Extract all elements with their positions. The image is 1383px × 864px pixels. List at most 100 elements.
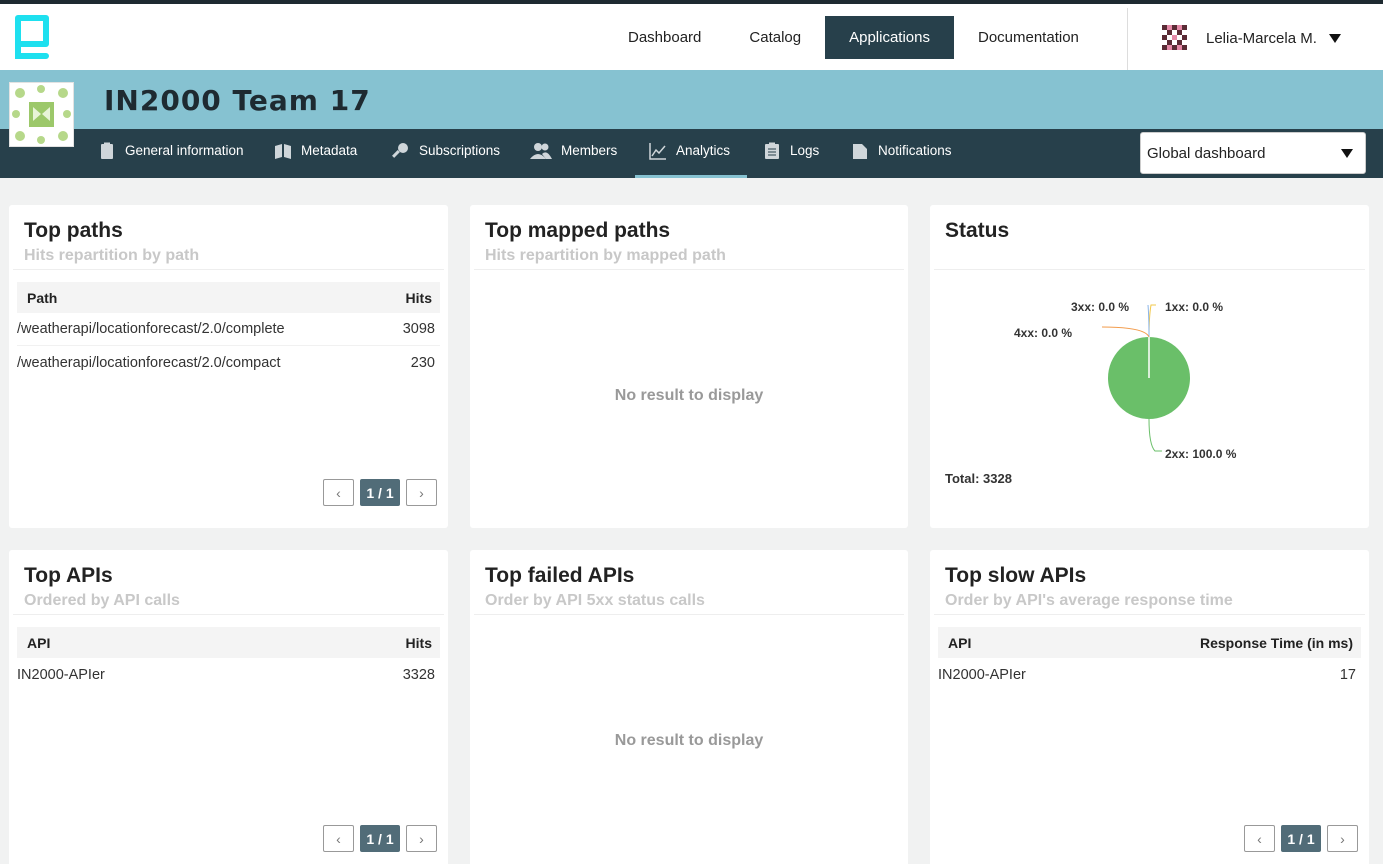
nav-catalog[interactable]: Catalog (725, 16, 825, 59)
table-header: Path Hits (17, 282, 440, 313)
card-title: Top APIs (24, 564, 113, 587)
card-subtitle: Order by API's average response time (945, 592, 1233, 609)
hits-cell: 230 (410, 354, 435, 371)
current-page: 1 / 1 (1281, 825, 1321, 852)
card-subtitle: Hits repartition by mapped path (485, 247, 726, 264)
top-failed-apis-card: Top failed APIs Order by API 5xx status … (470, 550, 908, 864)
path-cell: /weatherapi/locationforecast/2.0/complet… (17, 321, 285, 337)
column-header-response-time: Response Time (in ms) (1199, 634, 1353, 651)
leader-line-1xx (1148, 304, 1156, 338)
top-slow-apis-card: Top slow APIs Order by API's average res… (930, 550, 1369, 864)
card-title: Top slow APIs (945, 564, 1087, 587)
tab-label: Logs (790, 143, 820, 158)
response-time-cell: 17 (1339, 666, 1356, 683)
top-paths-card: Top paths Hits repartition by path Path … (9, 205, 448, 528)
label-2xx: 2xx: 100.0 % (1165, 447, 1237, 461)
tab-label: Notifications (878, 143, 952, 158)
divider (13, 269, 444, 270)
tab-analytics[interactable]: Analytics (635, 129, 747, 178)
prev-page-button[interactable]: ‹ (323, 825, 354, 852)
table-row[interactable]: IN2000-APIer 17 (938, 658, 1361, 691)
table-row[interactable]: IN2000-APIer 3328 (17, 658, 440, 691)
pagination: ‹ 1 / 1 › (1244, 825, 1358, 852)
tab-subscriptions[interactable]: Subscriptions (392, 129, 500, 178)
pagination: ‹ 1 / 1 › (323, 825, 437, 852)
api-cell: IN2000-APIer (938, 666, 1026, 683)
tab-general-information[interactable]: General information (98, 129, 244, 178)
clipboard-icon (101, 142, 113, 159)
nav-dashboard[interactable]: Dashboard (604, 16, 725, 59)
document-icon (853, 144, 867, 159)
next-page-button[interactable]: › (406, 479, 437, 506)
key-icon (392, 143, 408, 158)
divider (13, 614, 444, 615)
nav-applications[interactable]: Applications (825, 16, 954, 59)
list-icon (765, 142, 779, 159)
leader-line-2xx (1148, 418, 1162, 452)
application-avatar-icon (10, 83, 73, 146)
prev-page-button[interactable]: ‹ (323, 479, 354, 506)
main-nav: Dashboard Catalog Applications Documenta… (604, 16, 1103, 59)
top-navbar: Dashboard Catalog Applications Documenta… (0, 0, 1383, 70)
caret-down-icon (1328, 33, 1341, 43)
caret-down-icon (1341, 149, 1353, 158)
application-avatar (9, 82, 74, 147)
card-title: Top mapped paths (485, 219, 671, 242)
divider (934, 614, 1365, 615)
current-page: 1 / 1 (360, 825, 400, 852)
user-avatar-icon (1162, 25, 1187, 50)
tab-label: Analytics (676, 143, 731, 158)
leader-line-3xx (1147, 304, 1150, 338)
label-4xx: 4xx: 0.0 % (1014, 326, 1073, 340)
user-name: Lelia-Marcela M. (1206, 29, 1317, 47)
label-1xx: 1xx: 0.0 % (1165, 300, 1224, 314)
card-subtitle: Hits repartition by path (24, 247, 200, 264)
top-apis-card: Top APIs Ordered by API calls API Hits I… (9, 550, 448, 864)
column-header-api: API (27, 634, 51, 651)
label-3xx: 3xx: 0.0 % (1071, 300, 1130, 314)
tab-logs[interactable]: Logs (763, 129, 819, 178)
top-apis-table: API Hits IN2000-APIer 3328 (17, 627, 440, 691)
application-header: IN2000 Team 17 (0, 70, 1383, 129)
chart-line-icon (649, 143, 666, 160)
table-row[interactable]: /weatherapi/locationforecast/2.0/complet… (17, 313, 440, 346)
tab-members[interactable]: Members (530, 129, 617, 178)
card-title: Top paths (24, 219, 123, 242)
gravitee-logo-icon[interactable] (14, 14, 50, 62)
next-page-button[interactable]: › (406, 825, 437, 852)
tab-label: Metadata (301, 143, 358, 158)
tab-metadata[interactable]: Metadata (274, 129, 357, 178)
hits-cell: 3098 (402, 321, 435, 337)
prev-page-button[interactable]: ‹ (1244, 825, 1275, 852)
nav-divider (1127, 8, 1128, 70)
book-icon (275, 144, 291, 159)
top-paths-table: Path Hits /weatherapi/locationforecast/2… (17, 282, 440, 379)
tab-label: Members (561, 143, 618, 158)
tab-label: General information (125, 143, 244, 158)
card-subtitle: Order by API 5xx status calls (485, 592, 705, 609)
application-tabs: General information Metadata Subscriptio… (0, 129, 1383, 178)
user-menu[interactable]: Lelia-Marcela M. (1158, 20, 1341, 56)
top-mapped-paths-card: Top mapped paths Hits repartition by map… (470, 205, 908, 528)
hits-cell: 3328 (402, 666, 435, 683)
dashboard-select[interactable]: Global dashboard (1140, 132, 1366, 174)
column-header-hits: Hits (405, 634, 432, 651)
leader-line-4xx (1101, 326, 1150, 338)
pagination: ‹ 1 / 1 › (323, 479, 437, 506)
card-subtitle: Ordered by API calls (24, 592, 180, 609)
status-card: Status 1xx: 0.0 % 3xx: 0.0 % 4xx: 0.0 % … (930, 205, 1369, 528)
dashboard-select-value: Global dashboard (1147, 144, 1266, 162)
nav-documentation[interactable]: Documentation (954, 16, 1103, 59)
users-icon (530, 143, 552, 159)
empty-message: No result to display (614, 732, 764, 749)
next-page-button[interactable]: › (1327, 825, 1358, 852)
card-title: Top failed APIs (485, 564, 635, 587)
tab-notifications[interactable]: Notifications (851, 129, 952, 178)
api-cell: IN2000-APIer (17, 666, 105, 683)
table-header: API Hits (17, 627, 440, 658)
tab-label: Subscriptions (419, 143, 501, 158)
application-title: IN2000 Team 17 (104, 84, 371, 117)
table-row[interactable]: /weatherapi/locationforecast/2.0/compact… (17, 346, 440, 379)
table-header: API Response Time (in ms) (938, 627, 1361, 658)
column-header-api: API (948, 634, 972, 651)
